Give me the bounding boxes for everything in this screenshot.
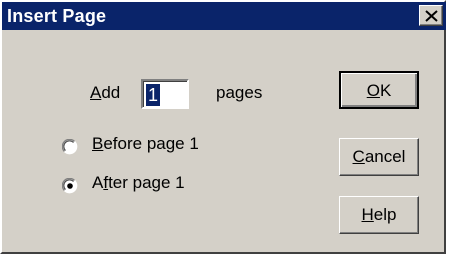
help-mnemonic: H <box>361 205 374 224</box>
add-label: Add <box>90 83 120 103</box>
close-icon <box>425 10 438 22</box>
after-label-pre: A <box>92 173 104 192</box>
help-label-rest: elp <box>373 205 397 224</box>
page-count-value: 1 <box>146 84 161 106</box>
before-mnemonic: B <box>92 134 104 153</box>
cancel-button[interactable]: Cancel <box>339 138 419 176</box>
ok-label-rest: K <box>379 81 392 100</box>
add-label-rest: dd <box>101 83 121 102</box>
radio-selected-icon[interactable] <box>62 178 78 194</box>
radio-unselected-icon[interactable] <box>62 139 78 155</box>
add-mnemonic: A <box>90 83 102 102</box>
pages-label: pages <box>216 83 263 102</box>
help-button[interactable]: Help <box>339 196 419 234</box>
title-bar[interactable]: Insert Page <box>2 2 446 30</box>
cancel-mnemonic: C <box>352 147 365 166</box>
after-page-label[interactable]: After page 1 <box>92 173 185 193</box>
insert-page-dialog: Insert Page Add 1 pages Before page 1 Af… <box>0 0 446 254</box>
ok-mnemonic: O <box>366 81 380 100</box>
cancel-label-rest: ancel <box>364 147 406 166</box>
ok-button[interactable]: OK <box>339 71 419 109</box>
close-button[interactable] <box>419 5 443 26</box>
before-page-label[interactable]: Before page 1 <box>92 134 199 154</box>
dialog-title: Insert Page <box>7 6 107 26</box>
after-label-rest: ter page 1 <box>108 173 185 192</box>
before-label-rest: efore page 1 <box>103 134 199 153</box>
page-count-input[interactable]: 1 <box>141 79 189 109</box>
